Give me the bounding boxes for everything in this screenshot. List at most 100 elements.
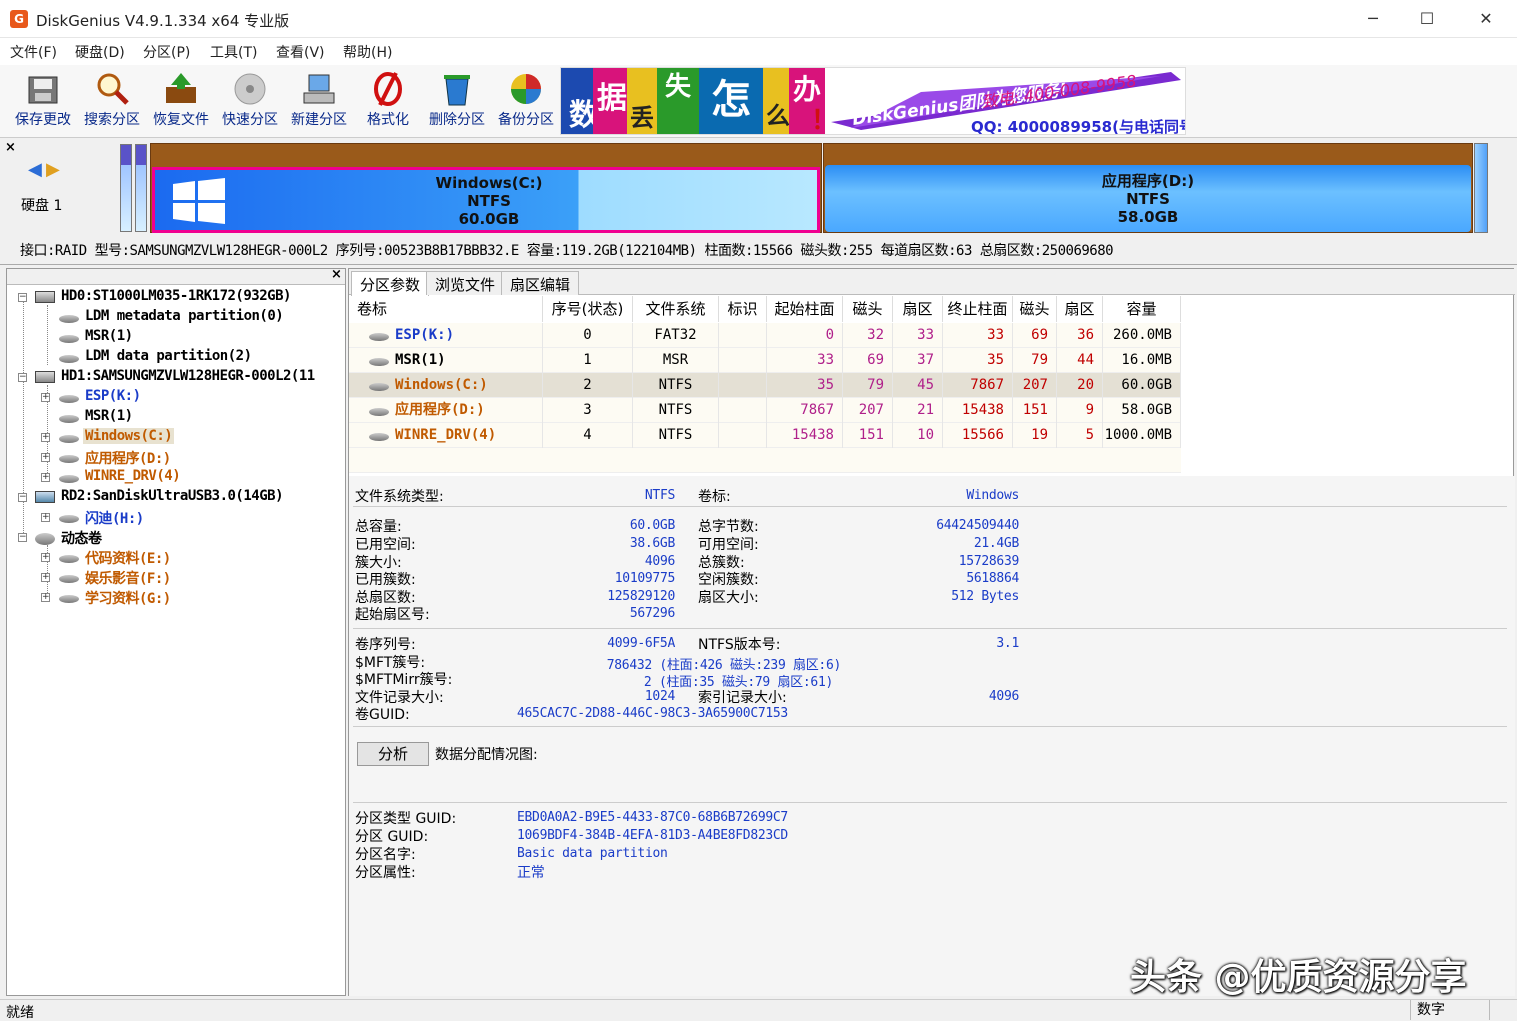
format-button[interactable]: 格式化 (355, 67, 421, 135)
tree-node-sandisk-h[interactable]: 闪迪(H:) (85, 508, 144, 528)
collapse-toggle-icon[interactable]: − (18, 493, 27, 502)
tree-node-ldm-meta[interactable]: LDM metadata partition(0) (85, 308, 284, 324)
column-header[interactable]: 卷标 (349, 296, 543, 322)
recover-files-button[interactable]: 恢复文件 (148, 67, 214, 135)
maximize-button[interactable]: ☐ (1404, 6, 1450, 32)
search-partition-button[interactable]: 搜索分区 (79, 67, 145, 135)
collapse-toggle-icon[interactable]: − (18, 293, 27, 302)
table-cell: NTFS (633, 398, 719, 423)
previous-disk-arrow-icon[interactable]: ◀ (28, 159, 42, 180)
tree-line (47, 305, 48, 365)
disk-label: 硬盘 1 (21, 198, 63, 214)
collapse-toggle-icon[interactable]: − (18, 533, 27, 542)
partition-block-msr[interactable] (135, 144, 147, 232)
total-capacity-label: 总容量: (355, 519, 402, 535)
menu-view[interactable]: 查看(V) (276, 42, 325, 62)
column-header[interactable]: 磁头 (1013, 296, 1057, 322)
backup-partition-button[interactable]: 备份分区 (493, 67, 559, 135)
table-cell: 151 (843, 423, 893, 448)
tree-node-study-g[interactable]: 学习资料(G:) (85, 588, 171, 608)
tree-node-dynamic[interactable]: 动态卷 (61, 528, 102, 548)
expand-toggle-icon[interactable]: + (41, 393, 50, 402)
volume-label-value: Windows (966, 488, 1019, 503)
tab-partition-params[interactable]: 分区参数 (351, 271, 430, 296)
table-cell: 21 (893, 398, 943, 423)
expand-toggle-icon[interactable]: + (41, 473, 50, 482)
partition-block-winre[interactable] (1474, 143, 1488, 233)
partition-block-d-fill[interactable]: 应用程序(D:) NTFS 58.0GB (825, 165, 1471, 232)
table-row[interactable]: 应用程序(D:) 3 NTFS 7867 207 21 15438 151 9 … (349, 398, 1181, 423)
volume-serial-value: 4099-6F5A (607, 636, 675, 651)
save-changes-button[interactable]: 保存更改 (10, 67, 76, 135)
menu-help[interactable]: 帮助(H) (343, 42, 392, 62)
column-header[interactable]: 磁头 (843, 296, 893, 322)
tab-sector-edit[interactable]: 扇区编辑 (501, 271, 580, 295)
used-space-label: 已用空间: (355, 537, 416, 553)
expand-toggle-icon[interactable]: + (41, 513, 50, 522)
minimize-button[interactable]: ─ (1350, 6, 1396, 32)
partition-details-panel: 分区参数 浏览文件 扇区编辑 卷标 序号(状态) 文件系统 标识 起始柱面 磁头… (348, 268, 1515, 996)
menu-tools[interactable]: 工具(T) (210, 42, 257, 62)
quick-partition-button[interactable]: 快速分区 (217, 67, 283, 135)
expand-toggle-icon[interactable]: + (41, 593, 50, 602)
dynamic-volume-icon (35, 533, 55, 545)
table-cell: 79 (843, 373, 893, 398)
tab-browse-files[interactable]: 浏览文件 (426, 271, 505, 295)
partition-block-esp[interactable] (120, 144, 132, 232)
close-button[interactable]: ✕ (1463, 6, 1509, 32)
column-header[interactable]: 容量 (1103, 296, 1181, 322)
tree-close-icon[interactable]: × (331, 267, 342, 282)
column-header[interactable]: 扇区 (1057, 296, 1103, 322)
hard-disk-icon (35, 371, 55, 383)
ad-banner[interactable]: 数 据 丢 失 怎 么 办 ！ DiskGenius团队为您服务! 致电: 40… (560, 67, 1186, 135)
menu-partition[interactable]: 分区(P) (143, 42, 190, 62)
title-bar: G DiskGenius V4.9.1.334 x64 专业版 ─ ☐ ✕ (0, 0, 1517, 38)
new-partition-button[interactable]: 新建分区 (286, 67, 352, 135)
tree-node-media-f[interactable]: 娱乐影音(F:) (85, 568, 171, 588)
next-disk-arrow-icon[interactable]: ▶ (46, 159, 60, 180)
recover-box-icon (166, 73, 196, 103)
column-header[interactable]: 标识 (719, 296, 767, 322)
column-header[interactable]: 文件系统 (633, 296, 719, 322)
column-header[interactable]: 序号(状态) (543, 296, 633, 322)
total-sectors-value: 125829120 (607, 589, 675, 604)
expand-toggle-icon[interactable]: + (41, 453, 50, 462)
column-header[interactable]: 扇区 (893, 296, 943, 322)
tree-node-msr-hd0[interactable]: MSR(1) (85, 328, 133, 344)
expand-toggle-icon[interactable]: + (41, 433, 50, 442)
tree-node-ldm-data[interactable]: LDM data partition(2) (85, 348, 252, 364)
tree-node-msr-hd1[interactable]: MSR(1) (85, 408, 133, 424)
tree-node-hd1[interactable]: HD1:SAMSUNGMZVLW128HEGR-000L2(11 (61, 368, 315, 384)
table-row[interactable]: WINRE_DRV(4) 4 NTFS 15438 151 10 15566 1… (349, 423, 1181, 448)
tree-node-windows-c-selected[interactable]: Windows(C:) (83, 428, 175, 444)
table-row-selected[interactable]: Windows(C:) 2 NTFS 35 79 45 7867 207 20 … (349, 373, 1181, 398)
expand-toggle-icon[interactable]: + (41, 573, 50, 582)
partition-block-c-selected[interactable]: Windows(C:) NTFS 60.0GB (152, 167, 820, 233)
table-row[interactable]: ESP(K:) 0 FAT32 0 32 33 33 69 36 260.0MB (349, 323, 1181, 348)
disk-panel-close-icon[interactable]: × (5, 140, 16, 155)
tree-node-rd2[interactable]: RD2:SanDiskUltraUSB3.0(14GB) (61, 488, 284, 504)
column-header[interactable]: 终止柱面 (943, 296, 1013, 322)
tree-node-hd0[interactable]: HD0:ST1000LM035-1RK172(932GB) (61, 288, 291, 304)
expand-toggle-icon[interactable]: + (41, 553, 50, 562)
tree-node-code-e[interactable]: 代码资料(E:) (85, 548, 171, 568)
total-capacity-value: 60.0GB (629, 518, 675, 533)
menu-file[interactable]: 文件(F) (10, 42, 57, 62)
table-cell: 60.0GB (1103, 373, 1181, 398)
tree-node-apps-d[interactable]: 应用程序(D:) (85, 448, 171, 468)
start-sector-label: 起始扇区号: (355, 607, 430, 623)
partition-icon (369, 383, 389, 391)
table-cell: 20 (1057, 373, 1103, 398)
tree-node-winre[interactable]: WINRE_DRV(4) (85, 468, 181, 484)
column-header[interactable]: 起始柱面 (767, 296, 843, 322)
delete-partition-button[interactable]: 删除分区 (424, 67, 490, 135)
partition-icon (59, 315, 79, 323)
table-row[interactable]: MSR(1) 1 MSR 33 69 37 35 79 44 16.0MB (349, 348, 1181, 373)
tree-node-esp[interactable]: ESP(K:) (85, 388, 141, 404)
table-cell: 207 (843, 398, 893, 423)
partition-name-label: 分区名字: (355, 847, 416, 863)
analyze-button[interactable]: 分析 (357, 742, 429, 766)
table-cell: 79 (1013, 348, 1057, 373)
collapse-toggle-icon[interactable]: − (18, 373, 27, 382)
menu-disk[interactable]: 硬盘(D) (75, 42, 125, 62)
